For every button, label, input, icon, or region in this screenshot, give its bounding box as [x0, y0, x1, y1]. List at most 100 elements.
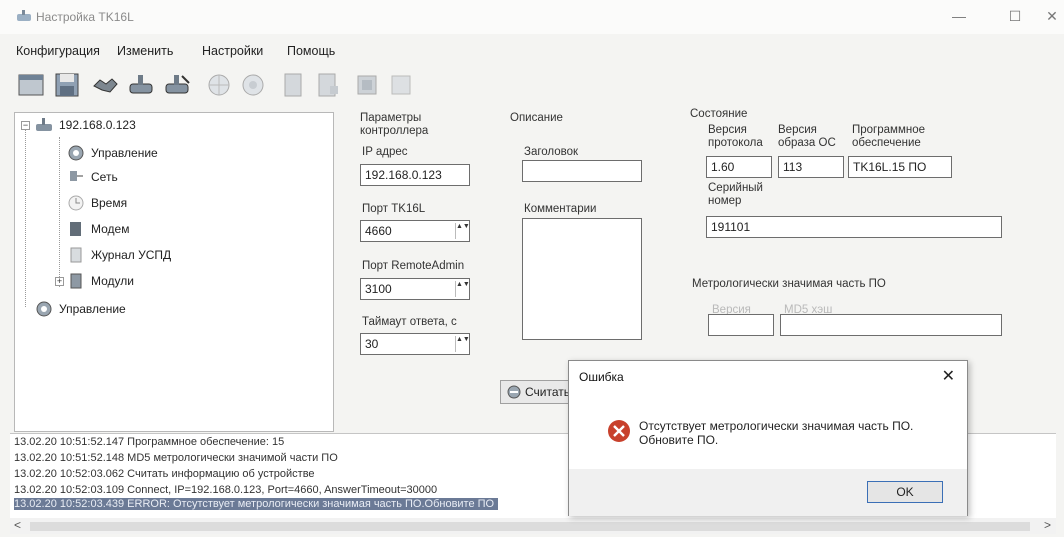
spin-arrows-icon[interactable]: ▲▼ [455, 281, 470, 297]
comments-textarea[interactable] [522, 218, 642, 340]
description-header: Описание [510, 112, 563, 124]
dialog-title: Ошибка [579, 370, 624, 384]
tree-item-label: Управление [59, 302, 126, 316]
module-icon[interactable] [352, 70, 382, 100]
protocol-field[interactable]: 1.60 [706, 156, 772, 178]
ip-address-field[interactable]: 192.168.0.123 [360, 164, 470, 186]
dialog-footer: OK [569, 469, 967, 516]
comments-label: Комментарии [524, 203, 597, 215]
error-icon [608, 420, 630, 442]
tree-root-label: 192.168.0.123 [59, 118, 136, 132]
maximize-button[interactable]: ☐ [996, 4, 1034, 28]
error-dialog: Ошибка ✕ Отсутствует метрологически знач… [568, 360, 968, 516]
app-icon [16, 9, 32, 23]
read-icon [507, 385, 521, 399]
modem-icon [70, 222, 81, 236]
log-line[interactable]: 13.02.20 10:51:52.147 Программное обеспе… [14, 436, 284, 448]
log-line[interactable]: 13.02.20 10:51:52.148 MD5 метрологически… [14, 452, 338, 464]
gear-icon [36, 301, 52, 317]
scroll-right-icon[interactable]: > [1044, 518, 1051, 532]
port-stepper[interactable]: 4660 ▲▼ [360, 220, 470, 242]
menu-configuration[interactable]: Конфигурация [16, 44, 100, 58]
journal-icon [70, 247, 82, 263]
state-header: Состояние [690, 108, 748, 120]
window-icon[interactable] [16, 70, 46, 100]
handshake-icon[interactable] [90, 70, 120, 100]
device-icon[interactable] [278, 70, 308, 100]
log-line[interactable]: 13.02.20 10:52:03.062 Считать информацию… [14, 468, 315, 480]
disconnect-icon[interactable] [162, 70, 192, 100]
os-label: Версия образа ОС [778, 124, 836, 149]
tree-item-time[interactable]: Время [67, 193, 127, 213]
horizontal-scrollbar[interactable]: < > [10, 518, 1056, 534]
tree-root-device[interactable]: 192.168.0.123 [35, 115, 136, 135]
tree-item-modules[interactable]: Модули [67, 271, 134, 291]
software-label: Программное обеспечение [852, 124, 925, 149]
menu-settings[interactable]: Настройки [202, 44, 263, 58]
tree-item-modem[interactable]: Модем [67, 219, 129, 239]
dialog-message: Отсутствует метрологически значимая част… [639, 419, 914, 447]
log-line-selected[interactable]: 13.02.20 10:52:03.439 ERROR: Отсутствует… [14, 498, 499, 510]
read-button-label: Считать [525, 385, 571, 399]
tree-root-control[interactable]: Управление [35, 299, 126, 319]
expand-expander[interactable]: + [55, 277, 64, 286]
tree-item-label: Журнал УСПД [91, 248, 172, 262]
title-bar: Настройка TK16L — ☐ ✕ [0, 0, 1064, 34]
tree-item-label: Время [91, 196, 128, 210]
menu-bar: Конфигурация Изменить Настройки Помощь [0, 34, 1064, 60]
save-icon[interactable] [52, 70, 82, 100]
software-field[interactable]: TK16L.15 ПО [848, 156, 952, 178]
gear-icon [68, 145, 84, 161]
os-field[interactable]: 113 [778, 156, 844, 178]
remote-admin-label: Порт RemoteAdmin [362, 260, 465, 272]
device-icon [36, 118, 52, 131]
log-line[interactable]: 13.02.20 10:52:03.109 Connect, IP=192.16… [14, 484, 437, 496]
scrollbar-thumb[interactable] [30, 522, 1030, 531]
spin-arrows-icon[interactable]: ▲▼ [455, 336, 470, 352]
port-value: 4660 [365, 224, 392, 238]
tree-line [25, 125, 26, 307]
controller-header: Параметры контроллера [360, 112, 429, 137]
timeout-label: Таймаут ответа, с [362, 316, 457, 328]
tree-item-control[interactable]: Управление [67, 143, 158, 163]
tree-item-label: Модем [91, 222, 130, 236]
minimize-button[interactable]: — [940, 4, 978, 28]
metro-hash-field[interactable] [780, 314, 1002, 336]
serial-field[interactable]: 191101 [706, 216, 1002, 238]
menu-edit[interactable]: Изменить [117, 44, 173, 58]
scroll-left-icon[interactable]: < [14, 518, 21, 532]
protocol-label: Версия протокола [708, 124, 763, 149]
port-label: Порт TK16L [362, 203, 426, 215]
device-tree[interactable]: − 192.168.0.123 Управление Сеть Время Мо… [14, 112, 334, 432]
remote-admin-value: 3100 [365, 282, 392, 296]
window-title: Настройка TK16L [36, 10, 134, 24]
ok-button[interactable]: OK [867, 481, 943, 503]
close-window-button[interactable]: ✕ [1040, 4, 1064, 28]
tree-item-label: Модули [91, 274, 134, 288]
title-label: Заголовок [524, 146, 579, 158]
spin-arrows-icon[interactable]: ▲▼ [455, 223, 470, 239]
metro-version-field[interactable] [708, 314, 774, 336]
menu-help[interactable]: Помощь [287, 44, 335, 58]
toolbar [0, 64, 1064, 108]
remote-admin-stepper[interactable]: 3100 ▲▼ [360, 278, 470, 300]
tree-item-network[interactable]: Сеть [67, 167, 118, 187]
globe-icon[interactable] [204, 70, 234, 100]
connect-icon[interactable] [126, 70, 156, 100]
tree-item-label: Сеть [91, 170, 118, 184]
tree-line [59, 137, 60, 287]
module-config-icon[interactable] [386, 70, 416, 100]
module-icon [70, 273, 82, 289]
timeout-stepper[interactable]: 30 ▲▼ [360, 333, 470, 355]
dialog-close-button[interactable]: ✕ [942, 366, 955, 386]
title-field[interactable] [522, 160, 642, 182]
timeout-value: 30 [365, 337, 379, 351]
collapse-expander[interactable]: − [21, 121, 30, 130]
network-icon [70, 171, 83, 181]
tree-item-journal[interactable]: Журнал УСПД [67, 245, 171, 265]
globe-settings-icon[interactable] [238, 70, 268, 100]
device-config-icon[interactable] [312, 70, 342, 100]
serial-label: Серийный номер [708, 182, 763, 207]
clock-icon [68, 195, 84, 211]
ip-label: IP адрес [362, 146, 408, 158]
